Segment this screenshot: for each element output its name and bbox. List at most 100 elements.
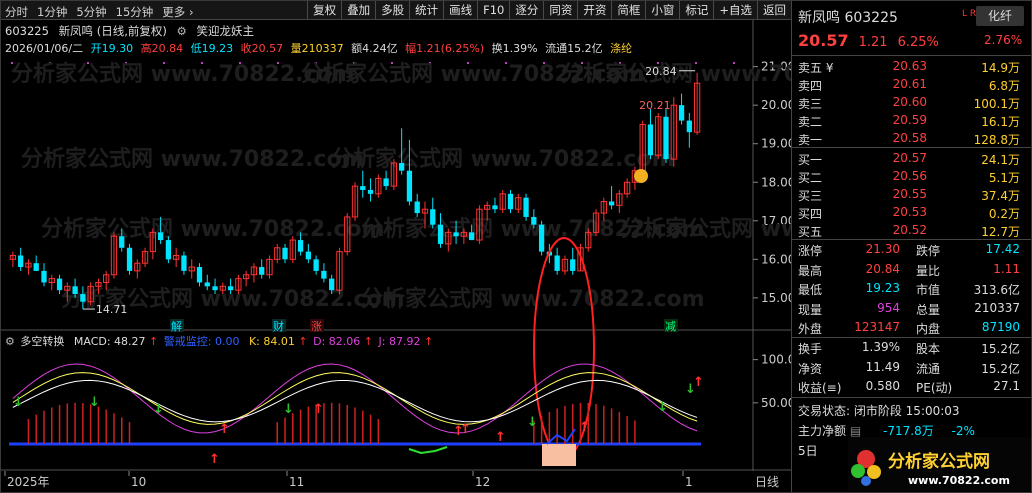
bid-volume: 37.4万 — [981, 189, 1020, 203]
ask-row[interactable]: 卖一 20.58 128.8万 — [792, 130, 1031, 147]
kline-chart[interactable]: 21.0020.0019.0018.0017.0016.0015.00分析家公式… — [1, 1, 791, 493]
last-price: 20.57 1.21 6.25% — [798, 31, 949, 50]
ask-row[interactable]: 卖四 20.61 6.8万 — [792, 76, 1031, 93]
stat-value: 210337 — [974, 300, 1020, 315]
candle-body — [492, 205, 498, 210]
x-tick-label: 11 — [289, 475, 304, 489]
candle-body — [181, 255, 187, 271]
bid-volume: 5.1万 — [988, 171, 1020, 185]
indicator-gear-icon[interactable]: ⚙ — [5, 335, 15, 348]
candle-body — [414, 201, 420, 214]
watermark-text: 分析家公式网 www.70822.com — [21, 146, 365, 172]
sector-tag: 涤纶 — [610, 42, 633, 55]
bid-label: 买五 — [798, 225, 823, 239]
ask-row[interactable]: 卖三 20.60 100.1万 — [792, 94, 1031, 111]
signal-arrow-icon: ↑ — [579, 420, 590, 435]
smiley-icon — [634, 169, 648, 183]
logo-graphic: 分析家公式网 www.70822.com — [851, 450, 1010, 487]
stat-label: 量比 — [916, 263, 941, 278]
sector-button[interactable]: 化纤 — [976, 6, 1024, 26]
k-value: K: 84.01 — [248, 335, 295, 348]
candle-body — [570, 259, 576, 271]
stat-value: 123147 — [854, 320, 900, 334]
stat-label: 跌停 — [916, 244, 941, 258]
candle-body — [538, 224, 545, 252]
signal-arrow-icon: ↑ — [460, 422, 471, 437]
price-pct: 6.25% — [897, 35, 939, 50]
bid-row[interactable]: 买二 20.56 5.1万 — [792, 168, 1031, 185]
candle-body — [41, 270, 47, 283]
signal-arrow-icon: ↑ — [313, 402, 324, 417]
signal-arrow-icon: ↓ — [527, 415, 538, 430]
ask-volume: 6.8万 — [988, 79, 1020, 93]
stat-value: 21.30 — [865, 242, 900, 256]
low: 低19.23 — [190, 42, 234, 55]
bid-label: 买一 — [798, 153, 823, 167]
signal-arrow-icon: ↓ — [153, 402, 164, 417]
event-label: 解 — [171, 319, 182, 333]
bid-row[interactable]: 买四 20.53 0.2万 — [792, 204, 1031, 221]
candle-body — [165, 240, 172, 260]
signal-arrow-icon: ↑ — [219, 422, 230, 437]
stat-label: 总量 — [916, 302, 941, 317]
stat-value: 1.11 — [993, 261, 1020, 276]
highlight-box — [542, 444, 576, 466]
list-icon[interactable]: ▤ — [850, 424, 861, 438]
x-tick-label: 1 — [685, 475, 693, 489]
gear-icon[interactable]: ⚙ — [177, 24, 187, 38]
stock-name: 新凤鸣 — [58, 24, 94, 38]
turnover: 换1.39% — [491, 42, 538, 55]
bid-price: 20.57 — [892, 151, 927, 165]
stat-value: 1.39% — [861, 340, 900, 354]
ask-price: 20.61 — [892, 77, 927, 91]
signal-arrow-icon: ↓ — [657, 400, 668, 415]
indicator-name[interactable]: 多空转换 — [20, 335, 64, 348]
stock-terminal: 分时 1分钟 5分钟 15分钟 更多 › 复权 叠加 多股 统计 画线 F10 … — [0, 0, 1032, 493]
bid-row[interactable]: 买三 20.55 37.4万 — [792, 186, 1031, 203]
stat-value: 15.2亿 — [981, 342, 1020, 356]
y-tick-label: 15.00 — [761, 291, 791, 305]
candle-body — [406, 170, 413, 202]
stat-value: 15.2亿 — [981, 361, 1020, 376]
candle-body — [126, 247, 133, 271]
ask-row[interactable]: 卖二 20.59 16.1万 — [792, 112, 1031, 129]
bid-row[interactable]: 买一 20.57 24.1万 — [792, 150, 1031, 167]
quote-title: 新凤鸣 603225 — [798, 7, 898, 27]
high-price-label: 20.84 — [645, 65, 677, 78]
candle-body — [647, 124, 654, 156]
open: 开19.30 — [90, 42, 134, 55]
candle-body — [554, 255, 560, 271]
ask-label: 卖二 — [798, 115, 823, 129]
watermark-text: 分析家公式网 www.70822.com — [361, 286, 705, 312]
close: 收20.57 — [240, 42, 284, 55]
ask-volume: 128.8万 — [973, 133, 1020, 147]
up-arrow-icon: ↑ — [149, 335, 159, 348]
up-arrow-icon: ↑ — [298, 335, 308, 348]
signal-arrow-icon: ↑ — [693, 375, 704, 390]
logo-text: 分析家公式网 — [888, 451, 990, 472]
bid-price: 20.56 — [892, 169, 927, 183]
x-tick-label: 2025年 — [7, 475, 50, 489]
stat-value: 20.84 — [865, 261, 900, 276]
candle-body — [663, 116, 669, 160]
float-cap: 流通15.2亿 — [545, 42, 603, 55]
ask-price: 20.63 — [892, 59, 927, 73]
ask-row[interactable]: 卖五 ¥ 20.63 14.9万 — [792, 58, 1031, 75]
quote-code: 603225 — [844, 10, 898, 26]
candle-body — [531, 216, 537, 225]
bid-row[interactable]: 买五 20.52 12.7万 — [792, 222, 1031, 239]
stat-value: 11.49 — [865, 359, 900, 374]
stat-label: 外盘 — [798, 322, 823, 336]
flow-pct: -2% — [951, 424, 975, 438]
signal-arrow-icon: ↑ — [495, 430, 506, 445]
stat-label: 流通 — [916, 361, 941, 376]
bid-label: 买四 — [798, 207, 823, 221]
stat-label: 内盘 — [916, 322, 941, 336]
candle-body — [212, 286, 218, 291]
change: 幅1.21(6.25%) — [405, 42, 485, 55]
stat-label: 涨停 — [798, 244, 823, 258]
event-label: 涨 — [311, 320, 322, 333]
stat-value: 87190 — [981, 320, 1020, 334]
candle-body — [360, 186, 366, 190]
event-label: 减 — [665, 320, 676, 333]
